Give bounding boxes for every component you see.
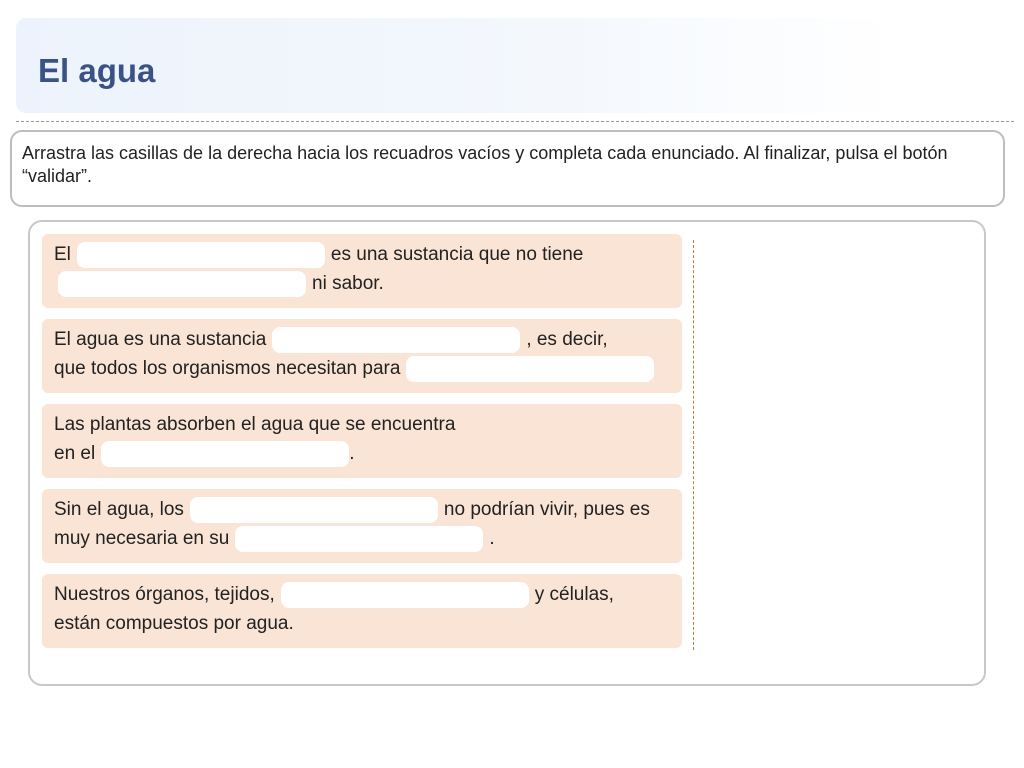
sentence-card-5: Nuestros órganos, tejidos, y células, es… bbox=[42, 574, 682, 648]
drop-zone-5[interactable] bbox=[101, 440, 350, 467]
drop-zone-8[interactable] bbox=[280, 581, 529, 608]
sentence-4-text-4: . bbox=[489, 528, 495, 549]
sentence-1-text-2: es una sustancia que no tiene bbox=[330, 244, 584, 265]
sentence-card-1: El es una sustancia que no tiene ni sabo… bbox=[42, 234, 682, 308]
sentence-4-text-1: Sin el agua, los bbox=[54, 499, 184, 520]
draggable-options-area bbox=[702, 234, 970, 664]
sentence-card-3: Las plantas absorben el agua que se encu… bbox=[42, 404, 682, 478]
header-banner: El agua bbox=[16, 18, 1016, 113]
sentence-2-text-1: El agua es una sustancia bbox=[54, 329, 267, 350]
sentence-3-text-2: en el bbox=[54, 443, 96, 464]
sentences-list: El es una sustancia que no tiene ni sabo… bbox=[42, 234, 682, 659]
sentence-5-text-1: Nuestros órganos, tejidos, bbox=[54, 584, 275, 605]
drop-zone-3[interactable] bbox=[272, 326, 521, 353]
drop-zone-6[interactable] bbox=[189, 496, 438, 523]
sentence-1-text-1: El bbox=[54, 244, 71, 265]
column-divider bbox=[693, 240, 694, 650]
drop-zone-7[interactable] bbox=[235, 525, 484, 552]
sentence-card-2: El agua es una sustancia , es decir, que… bbox=[42, 319, 682, 393]
drop-zone-2[interactable] bbox=[58, 270, 306, 297]
instructions-text: Arrastra las casillas de la derecha haci… bbox=[22, 143, 948, 186]
sentence-card-4: Sin el agua, los no podrían vivir, pues … bbox=[42, 489, 682, 563]
sentence-3-text-3: . bbox=[349, 443, 355, 464]
sentence-2-text-2: , es decir, bbox=[526, 329, 608, 350]
sentence-1-text-3: ni sabor. bbox=[312, 273, 384, 294]
sentence-4-text-3: muy necesaria en su bbox=[54, 528, 230, 549]
sentence-3-text-1: Las plantas absorben el agua que se encu… bbox=[54, 414, 456, 435]
activity-panel: El es una sustancia que no tiene ni sabo… bbox=[28, 220, 986, 686]
sentence-5-text-2: y células, bbox=[534, 584, 614, 605]
header-divider bbox=[16, 121, 1014, 122]
sentence-4-text-2: no podrían vivir, pues es bbox=[443, 499, 650, 520]
sentence-2-text-3: que todos los organismos necesitan para bbox=[54, 358, 401, 379]
instructions-box: Arrastra las casillas de la derecha haci… bbox=[10, 130, 1005, 207]
page-title: El agua bbox=[38, 52, 156, 89]
drop-zone-1[interactable] bbox=[76, 241, 325, 268]
drop-zone-4[interactable] bbox=[406, 355, 655, 382]
sentence-5-text-3: están compuestos por agua. bbox=[54, 613, 294, 634]
